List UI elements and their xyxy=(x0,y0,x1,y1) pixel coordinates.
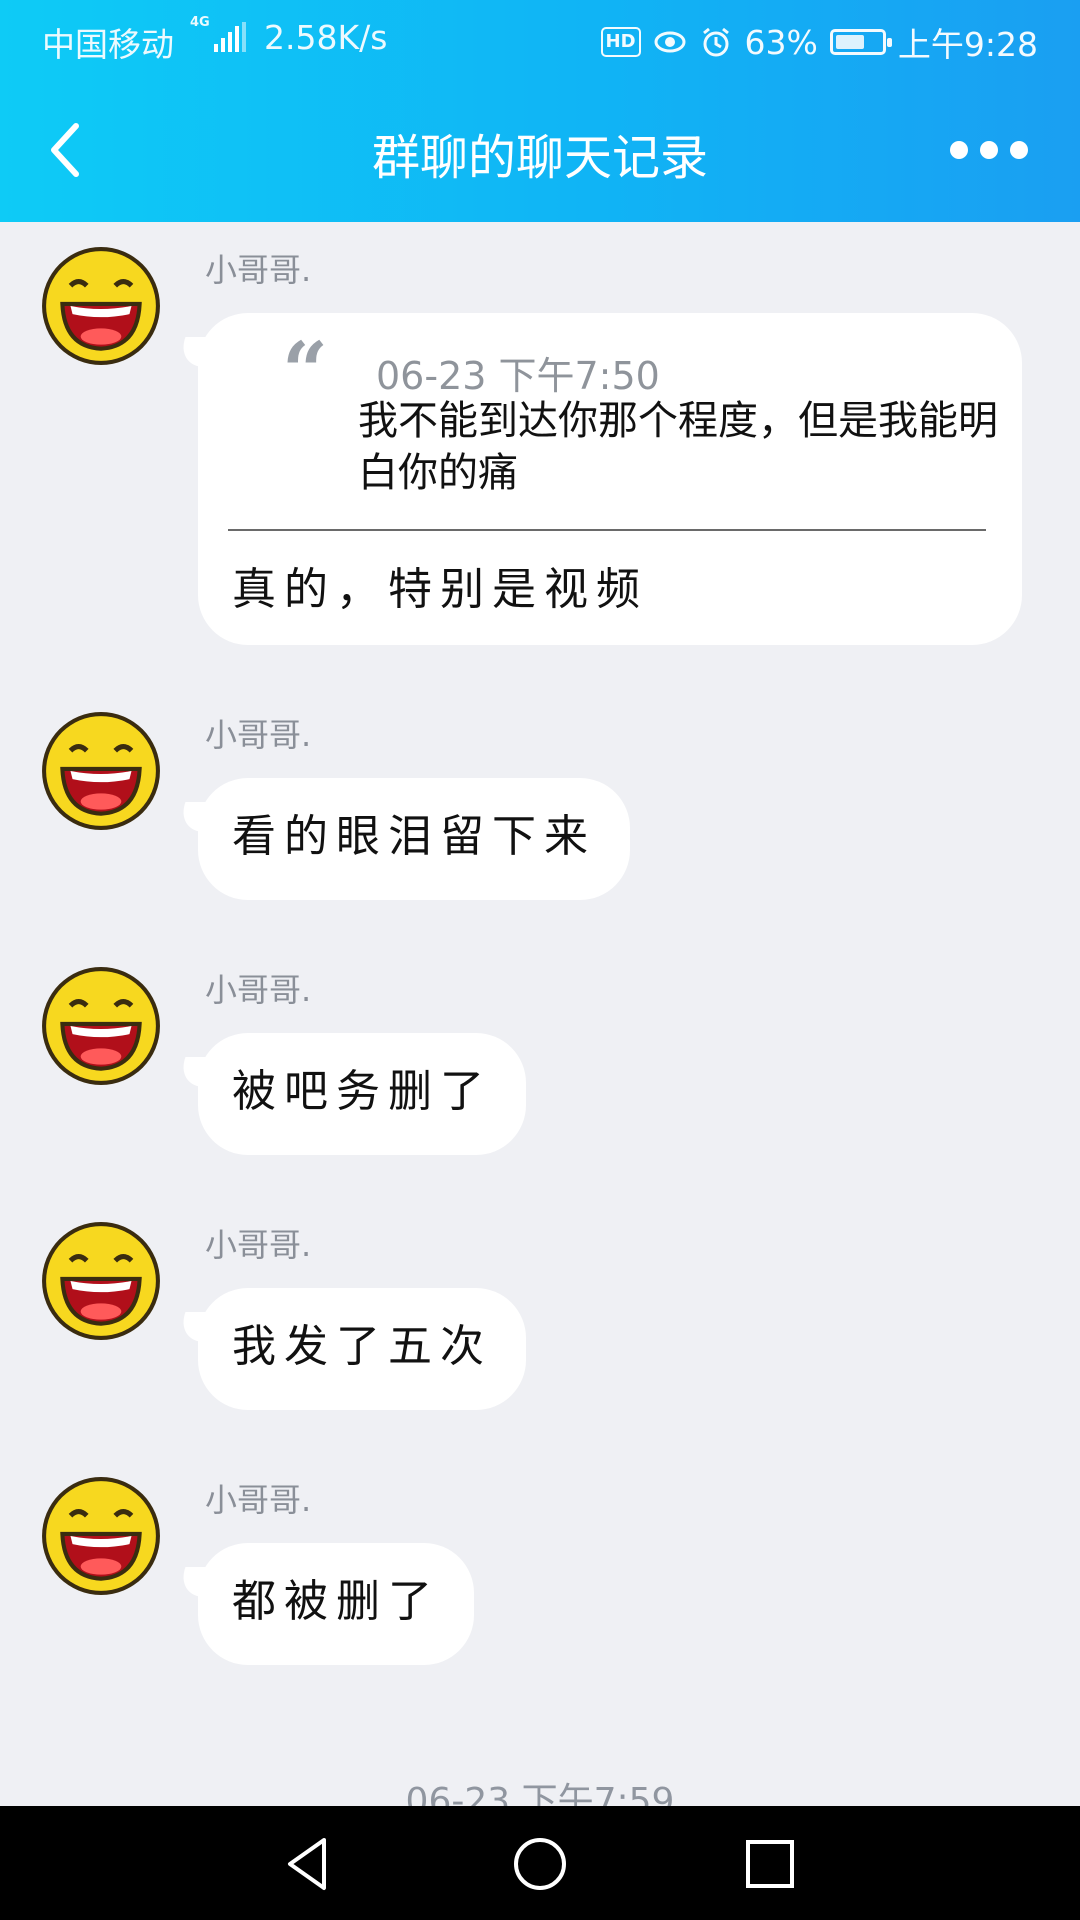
carrier-name: 中国移动 xyxy=(42,25,174,64)
battery-percent: 63% xyxy=(744,22,818,62)
smiley-avatar-icon[interactable] xyxy=(40,965,162,1087)
nav-recents-icon[interactable] xyxy=(738,1832,802,1896)
message-text: 真的，特别是视频 xyxy=(232,564,648,615)
message-text: 看的眼泪留下来 xyxy=(232,811,596,862)
message-bubble[interactable]: 都被删了 xyxy=(198,1543,474,1665)
page-title: 群聊的聊天记录 xyxy=(371,130,708,186)
clock: 上午9:28 xyxy=(897,25,1038,64)
sender-name: 小哥哥. xyxy=(205,1481,312,1519)
message-bubble[interactable]: “ 06-23 下午7:50 我不能到达你那个程度，但是我能明白你的痛 真的，特… xyxy=(198,313,1022,645)
status-right: HD 63% 上午9:28 xyxy=(600,18,1038,66)
message-bubble[interactable]: 我发了五次 xyxy=(198,1288,526,1410)
nav-home-icon[interactable] xyxy=(508,1832,572,1896)
system-nav-bar xyxy=(0,1806,1080,1920)
alarm-icon xyxy=(702,27,729,57)
quote-mark-icon: “ xyxy=(282,324,329,418)
quote-text: 我不能到达你那个程度，但是我能明白你的痛 xyxy=(358,398,998,496)
smiley-avatar-icon[interactable] xyxy=(40,1475,162,1597)
network-speed: 2.58K/s xyxy=(264,18,388,57)
message-text: 都被删了 xyxy=(232,1576,440,1627)
message-text: 被吧务删了 xyxy=(232,1066,492,1117)
smiley-avatar-icon[interactable] xyxy=(40,1220,162,1342)
quote-divider xyxy=(228,529,986,531)
status-bar: 中国移动 4G 2.58K/s HD 63% 上午9:28 xyxy=(0,0,1080,74)
network-type-badge: 4G xyxy=(190,15,210,30)
quote-timestamp: 06-23 下午7:50 xyxy=(376,354,660,398)
nav-bar: 群聊的聊天记录 xyxy=(0,90,1080,210)
sender-name: 小哥哥. xyxy=(205,1226,312,1264)
hd-badge: HD xyxy=(600,27,641,57)
more-dots-icon[interactable] xyxy=(928,136,1028,164)
message-bubble[interactable]: 看的眼泪留下来 xyxy=(198,778,630,900)
message-text: 我发了五次 xyxy=(232,1321,492,1372)
sender-name: 小哥哥. xyxy=(205,251,312,289)
message-bubble[interactable]: 被吧务删了 xyxy=(198,1033,526,1155)
sender-name: 小哥哥. xyxy=(205,971,312,1009)
smiley-avatar-icon[interactable] xyxy=(40,710,162,832)
smiley-avatar-icon[interactable] xyxy=(40,245,162,367)
sender-name: 小哥哥. xyxy=(205,716,312,754)
battery-icon xyxy=(829,29,892,55)
signal-icon xyxy=(214,22,246,52)
nav-back-icon[interactable] xyxy=(276,1832,340,1896)
header-bar: 中国移动 4G 2.58K/s HD 63% 上午9:28 群聊的聊天记录 xyxy=(0,0,1080,222)
eye-icon xyxy=(654,31,686,53)
